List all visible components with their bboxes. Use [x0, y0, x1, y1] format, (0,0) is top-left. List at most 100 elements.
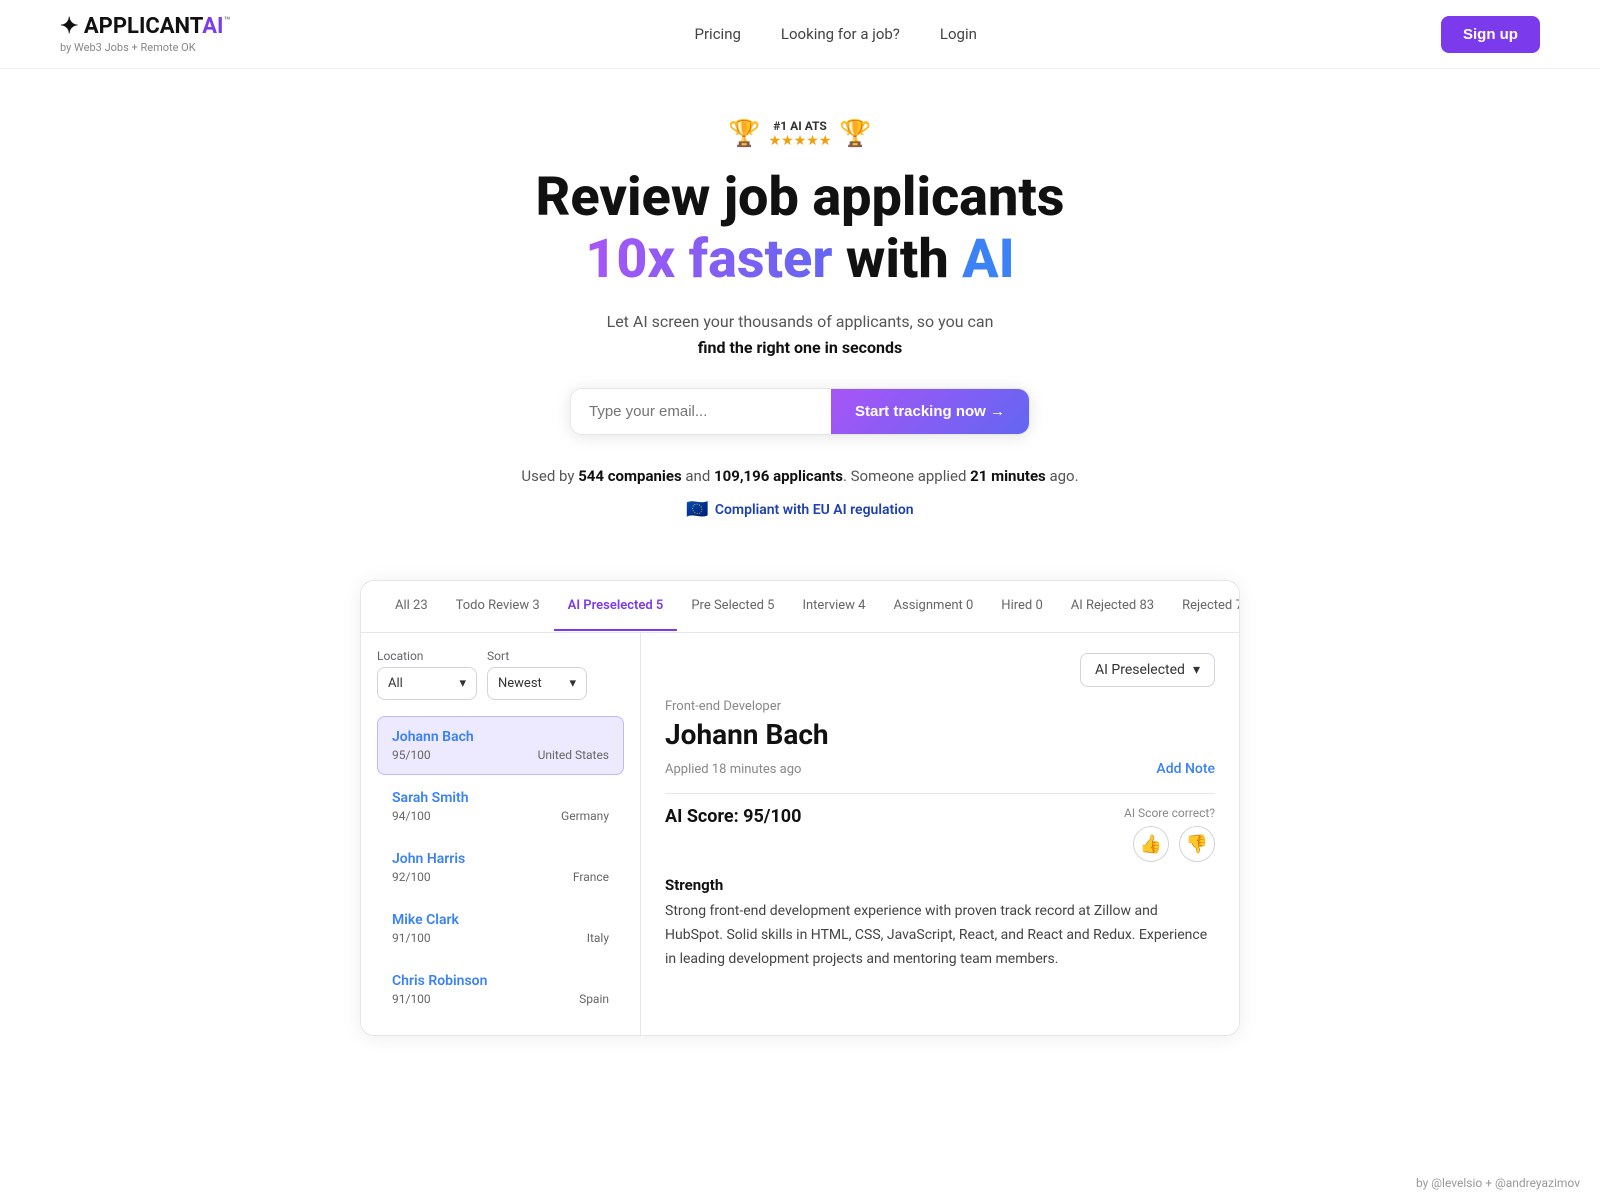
applicant-item[interactable]: Sarah Smith 94/100 Germany [377, 777, 624, 836]
detail-panel: AI Preselected ▾ Front-end Developer Joh… [641, 633, 1239, 1035]
tab-interview[interactable]: Interview 4 [788, 582, 879, 631]
tab-all[interactable]: All 23 [381, 582, 442, 631]
detail-name: Johann Bach [665, 718, 1215, 751]
tab-ai-preselected[interactable]: AI Preselected 5 [554, 582, 678, 631]
applicant-score: 94/100 [392, 809, 431, 823]
right-laurel-icon: 🏆 [839, 119, 871, 149]
tab-ai-rejected[interactable]: AI Rejected 83 [1057, 582, 1168, 631]
applied-time: Applied 18 minutes ago [665, 762, 801, 777]
score-feedback: AI Score correct? 👍 👎 [1124, 806, 1215, 862]
applicant-name: Johann Bach [392, 729, 609, 745]
applicant-meta: 94/100 Germany [392, 809, 609, 823]
applicant-country: United States [538, 748, 609, 762]
stats-companies: 544 companies [578, 467, 681, 485]
thumbs-down-button[interactable]: 👎 [1179, 826, 1215, 862]
applicant-item[interactable]: Johann Bach 95/100 United States [377, 716, 624, 775]
tab-rejected[interactable]: Rejected 7 [1168, 582, 1239, 631]
signup-button[interactable]: Sign up [1441, 16, 1540, 53]
applicant-name: John Harris [392, 851, 609, 867]
sort-value: Newest [498, 676, 542, 691]
nav-jobs[interactable]: Looking for a job? [781, 25, 900, 43]
footer-credit: by @levelsio + @andreyazimov [1396, 1166, 1600, 1200]
tabs-bar: All 23 Todo Review 3 AI Preselected 5 Pr… [361, 581, 1239, 633]
strength-label: Strength [665, 876, 1215, 894]
hero-subtitle: Let AI screen your thousands of applican… [20, 309, 1580, 360]
detail-header: AI Preselected ▾ [665, 653, 1215, 687]
applicant-item[interactable]: John Harris 92/100 France [377, 838, 624, 897]
badge-stars: ★★★★★ [769, 133, 832, 149]
status-chevron-icon: ▾ [1193, 662, 1200, 678]
stats-minutes: 21 minutes [970, 467, 1046, 485]
sort-filter: Sort Newest ▾ [487, 649, 587, 700]
applicant-score: 95/100 [392, 748, 431, 762]
sort-label: Sort [487, 649, 587, 663]
applicant-meta: 91/100 Spain [392, 992, 609, 1006]
score-row: AI Score: 95/100 AI Score correct? 👍 👎 [665, 806, 1215, 862]
add-note-button[interactable]: Add Note [1156, 761, 1215, 777]
tab-preselected[interactable]: Pre Selected 5 [677, 582, 788, 631]
stats-and: and [682, 467, 714, 485]
location-chevron-icon: ▾ [459, 676, 466, 691]
cta-button[interactable]: Start tracking now → [831, 389, 1029, 434]
eu-label: Compliant with EU AI regulation [715, 502, 914, 518]
stats-ago: ago. [1046, 467, 1079, 485]
tab-hired[interactable]: Hired 0 [987, 582, 1056, 631]
applicant-name: Mike Clark [392, 912, 609, 928]
badge: 🏆 #1 AI ATS ★★★★★ 🏆 [728, 119, 872, 149]
cta-form: Start tracking now → [570, 388, 1030, 435]
left-laurel-icon: 🏆 [728, 119, 760, 149]
divider [665, 793, 1215, 794]
hero-h1-gradient: 10x faster [585, 228, 832, 291]
sort-chevron-icon: ▾ [569, 676, 576, 691]
score-correct-label: AI Score correct? [1124, 806, 1215, 820]
logo-ai: AI [202, 14, 223, 39]
hero-h1-blue: AI [962, 228, 1015, 291]
hero-heading: Review job applicants 10x faster with AI [20, 167, 1580, 291]
location-filter: Location All ▾ [377, 649, 477, 700]
location-value: All [388, 676, 403, 691]
demo-panel: All 23 Todo Review 3 AI Preselected 5 Pr… [360, 580, 1240, 1036]
location-select[interactable]: All ▾ [377, 667, 477, 700]
applicant-country: Germany [561, 809, 609, 823]
applicant-score: 91/100 [392, 992, 431, 1006]
badge-rank: #1 AI ATS [773, 119, 827, 133]
ai-score: AI Score: 95/100 [665, 806, 801, 827]
status-dropdown[interactable]: AI Preselected ▾ [1080, 653, 1215, 687]
email-input[interactable] [571, 389, 831, 434]
sort-select[interactable]: Newest ▾ [487, 667, 587, 700]
location-label: Location [377, 649, 477, 663]
hero-h1-mid: with [846, 228, 962, 291]
applicant-country: Spain [579, 992, 609, 1006]
applicant-name: Sarah Smith [392, 790, 609, 806]
logo: ✦ APPLICANTAI™ by Web3 Jobs + Remote OK [60, 14, 230, 54]
applicant-meta: 92/100 France [392, 870, 609, 884]
eu-badge: 🇪🇺 Compliant with EU AI regulation [686, 499, 913, 520]
hero-sub1: Let AI screen your thousands of applican… [607, 312, 994, 331]
hero-sub2: find the right one in seconds [698, 338, 903, 357]
stats-used: Used by [521, 467, 578, 485]
strength-text: Strong front-end development experience … [665, 900, 1215, 971]
applicant-meta: 91/100 Italy [392, 931, 609, 945]
stats-applicants: 109,196 applicants [714, 467, 843, 485]
demo-body: Location All ▾ Sort Newest ▾ Johann B [361, 633, 1239, 1035]
applicant-name: Chris Robinson [392, 973, 609, 989]
applicant-score: 91/100 [392, 931, 431, 945]
applicant-country: France [573, 870, 609, 884]
applicant-item[interactable]: Mike Clark 91/100 Italy [377, 899, 624, 958]
thumbs: 👍 👎 [1133, 826, 1215, 862]
applicant-country: Italy [587, 931, 609, 945]
stats-applied: . Someone applied [843, 467, 970, 485]
status-label: AI Preselected [1095, 662, 1185, 678]
nav-links: Pricing Looking for a job? Login [695, 25, 977, 43]
tab-todo[interactable]: Todo Review 3 [442, 582, 554, 631]
tab-assignment[interactable]: Assignment 0 [880, 582, 988, 631]
nav-login[interactable]: Login [940, 25, 977, 43]
applicant-item[interactable]: Chris Robinson 91/100 Spain [377, 960, 624, 1019]
applicant-score: 92/100 [392, 870, 431, 884]
hero-h1-line1: Review job applicants [535, 166, 1064, 229]
nav-right: Sign up [1441, 16, 1540, 53]
applied-row: Applied 18 minutes ago Add Note [665, 761, 1215, 777]
thumbs-up-button[interactable]: 👍 [1133, 826, 1169, 862]
applicant-list: Johann Bach 95/100 United States Sarah S… [377, 716, 624, 1019]
nav-pricing[interactable]: Pricing [695, 25, 741, 43]
